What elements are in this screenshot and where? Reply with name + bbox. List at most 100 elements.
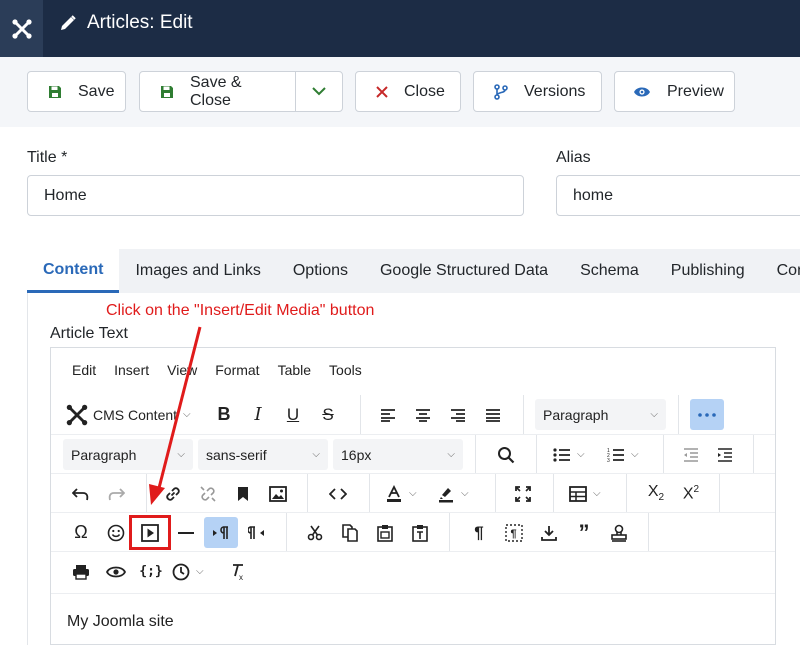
ltr-button[interactable] — [204, 517, 238, 548]
print-button[interactable] — [67, 556, 95, 587]
fullscreen-button[interactable] — [509, 478, 537, 509]
font-size-select[interactable]: 16px ⌵ — [333, 439, 463, 470]
align-left-button[interactable] — [374, 399, 402, 430]
alias-input[interactable]: home — [556, 175, 800, 216]
anchor-button[interactable] — [229, 478, 257, 509]
separator — [360, 395, 361, 434]
unlink-button[interactable] — [194, 478, 222, 509]
text-color-button[interactable]: ⌵ — [385, 478, 431, 509]
outdent-button[interactable] — [677, 439, 705, 470]
insert-date-button[interactable] — [535, 517, 563, 548]
versions-button[interactable]: Versions — [473, 71, 602, 112]
strikethrough-button[interactable]: S — [314, 399, 342, 430]
redo-button[interactable] — [102, 478, 130, 509]
menu-view[interactable]: View — [158, 362, 206, 378]
tab-content[interactable]: Content — [27, 249, 120, 293]
clear-formatting-button[interactable]: x — [224, 556, 252, 587]
bullet-list-button[interactable]: ⌵ — [553, 439, 599, 470]
paste-button[interactable] — [371, 517, 399, 548]
visual-chars-button[interactable]: ¶ — [465, 517, 493, 548]
pencil-icon — [61, 15, 76, 30]
insert-image-button[interactable] — [264, 478, 292, 509]
save-close-button[interactable]: Save & Close — [140, 72, 296, 111]
blockquote-button[interactable]: ” — [570, 517, 598, 548]
chevron-down-icon: ⌵ — [312, 449, 320, 460]
scissors-icon — [307, 525, 323, 540]
special-character-button[interactable]: Ω — [67, 517, 95, 548]
tab-images-and-links[interactable]: Images and Links — [119, 249, 276, 293]
tab-schema[interactable]: Schema — [564, 249, 655, 293]
save-options-dropdown[interactable] — [296, 72, 342, 111]
preview-button[interactable]: Preview — [614, 71, 735, 112]
close-button[interactable]: Close — [355, 71, 461, 112]
tab-publishing[interactable]: Publishing — [655, 249, 761, 293]
pilcrow-icon: ¶ — [474, 522, 484, 542]
menu-table[interactable]: Table — [269, 362, 320, 378]
subscript-button[interactable]: X2 — [642, 478, 670, 509]
table-button[interactable]: ⌵ — [569, 478, 609, 509]
preview-content-button[interactable] — [102, 556, 130, 587]
align-center-button[interactable] — [409, 399, 437, 430]
title-input[interactable]: Home — [27, 175, 524, 216]
joomla-icon — [11, 18, 32, 39]
chevron-down-icon: ⌵ — [447, 449, 455, 460]
emoticons-button[interactable] — [102, 517, 130, 548]
highlighter-icon — [439, 487, 453, 502]
save-button[interactable]: Save — [27, 71, 126, 112]
block-format-select[interactable]: Paragraph ⌵ — [535, 399, 666, 430]
table-icon — [569, 485, 587, 502]
insert-variable-button[interactable]: {;} — [137, 556, 165, 587]
paragraph-select[interactable]: Paragraph ⌵ — [63, 439, 193, 470]
joomla-logo[interactable] — [0, 0, 43, 57]
link-button[interactable] — [159, 478, 187, 509]
template-button[interactable] — [605, 517, 633, 548]
font-family-select[interactable]: sans-serif ⌵ — [198, 439, 328, 470]
preview-label: Preview — [667, 82, 724, 100]
undo-button[interactable] — [67, 478, 95, 509]
paste-as-text-button[interactable] — [406, 517, 434, 548]
visual-blocks-button[interactable]: ¶ — [500, 517, 528, 548]
cms-content-label: CMS Content — [93, 406, 178, 423]
cut-button[interactable] — [301, 517, 329, 548]
editor-content-text[interactable]: My Joomla site — [67, 613, 174, 631]
more-toolbar-button[interactable] — [690, 399, 724, 430]
numbered-list-button[interactable]: 123 ⌵ — [607, 439, 653, 470]
chevron-down-icon: ⌵ — [650, 409, 658, 420]
indent-button[interactable] — [711, 439, 739, 470]
align-justify-button[interactable] — [479, 399, 507, 430]
editor-menubar: Edit Insert View Format Table Tools — [51, 348, 775, 392]
tab-google-structured-data[interactable]: Google Structured Data — [364, 249, 564, 293]
bold-icon: B — [217, 404, 231, 424]
background-color-button[interactable]: ⌵ — [437, 478, 483, 509]
align-left-icon — [381, 408, 395, 422]
cms-content-button[interactable]: CMS Content ⌵ — [65, 399, 201, 430]
save-close-button-group: Save & Close — [139, 71, 343, 112]
tab-configure-edit-screen[interactable]: Conf — [761, 249, 800, 293]
strikethrough-icon: S — [322, 404, 334, 424]
menu-tools[interactable]: Tools — [320, 362, 371, 378]
horizontal-line-button[interactable] — [172, 517, 200, 548]
insert-edit-media-button[interactable] — [129, 515, 171, 550]
tab-options[interactable]: Options — [277, 249, 364, 293]
search-replace-button[interactable] — [491, 439, 521, 470]
action-toolbar: Save Save & Close Close Versions Preview — [0, 57, 800, 127]
italic-button[interactable]: I — [244, 399, 272, 430]
underline-button[interactable]: U — [279, 399, 307, 430]
align-right-button[interactable] — [444, 399, 472, 430]
superscript-button[interactable]: X2 — [677, 478, 705, 509]
insert-datetime-button[interactable]: ⌵ — [172, 556, 218, 587]
source-code-button[interactable] — [324, 478, 352, 509]
copy-icon — [342, 523, 358, 542]
article-text-label: Article Text — [50, 325, 128, 342]
menu-edit[interactable]: Edit — [63, 362, 105, 378]
editor-content-area[interactable]: My Joomla site — [51, 593, 775, 644]
fullscreen-icon — [515, 485, 531, 502]
copy-button[interactable] — [336, 517, 364, 548]
search-icon — [498, 446, 515, 463]
curly-braces-icon: {;} — [139, 564, 163, 579]
menu-format[interactable]: Format — [206, 362, 268, 378]
rtl-button[interactable] — [243, 517, 271, 548]
bold-button[interactable]: B — [210, 399, 238, 430]
page-title: Articles: Edit — [59, 12, 193, 34]
menu-insert[interactable]: Insert — [105, 362, 158, 378]
